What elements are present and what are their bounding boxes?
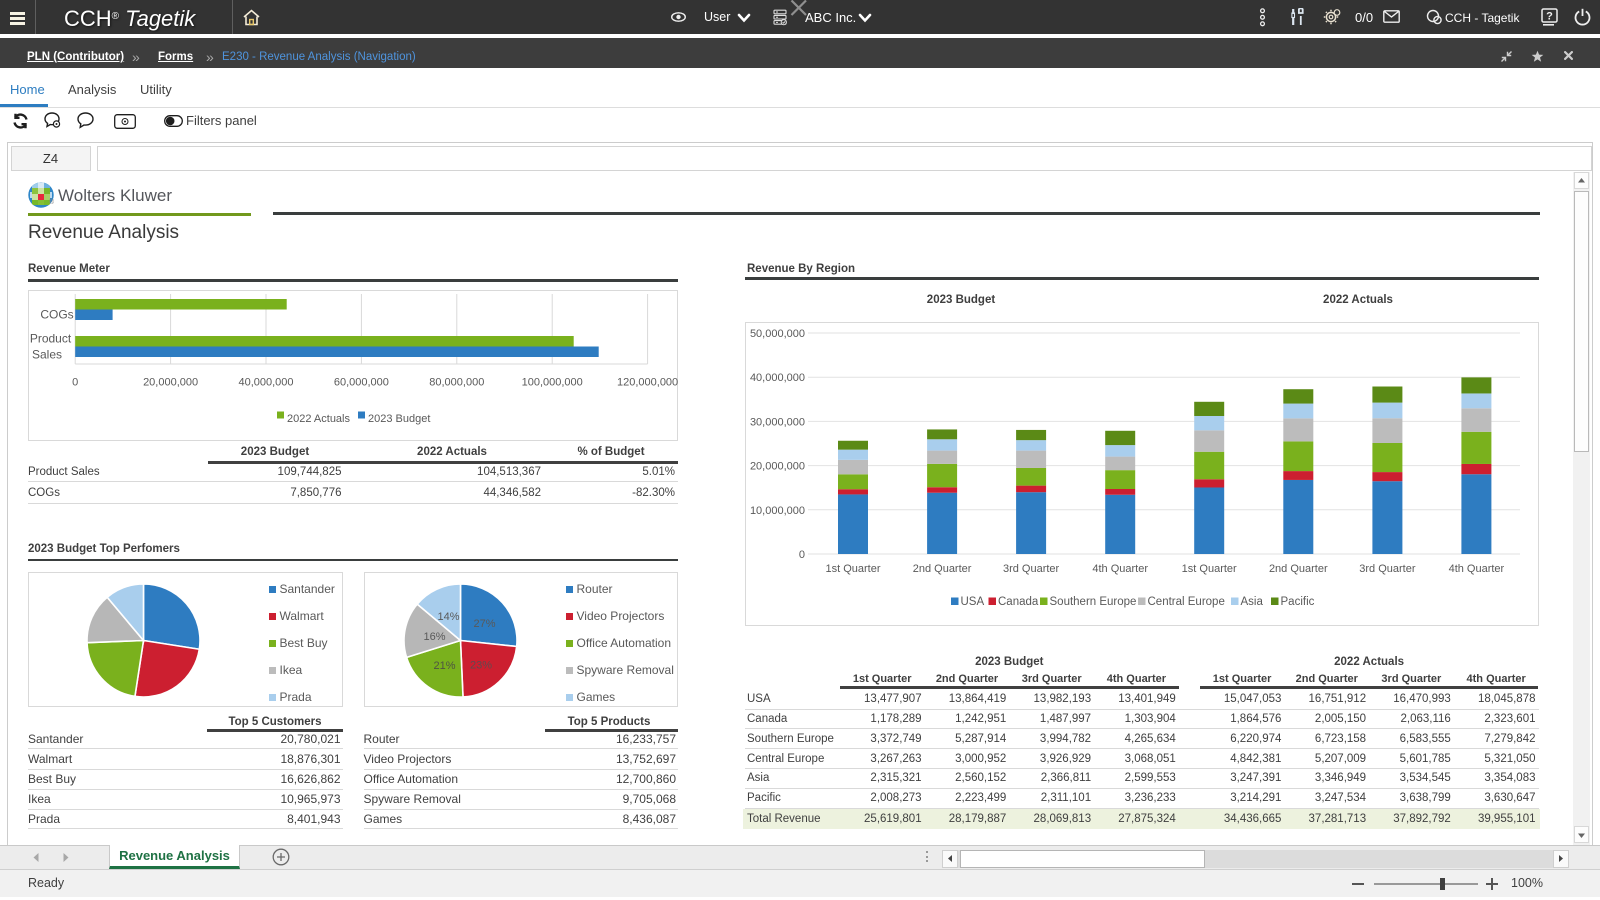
svg-text:2nd Quarter: 2nd Quarter <box>1269 563 1328 575</box>
svg-text:4th Quarter: 4th Quarter <box>1092 563 1148 575</box>
svg-text:20,000,000: 20,000,000 <box>750 461 805 473</box>
svg-text:Canada: Canada <box>998 596 1039 608</box>
svg-text:20,000,000: 20,000,000 <box>143 377 198 389</box>
svg-text:16%: 16% <box>423 631 445 643</box>
svg-text:100,000,000: 100,000,000 <box>522 377 583 389</box>
svg-text:23%: 23% <box>470 660 492 672</box>
svg-text:30,000,000: 30,000,000 <box>750 416 805 428</box>
svg-text:?: ? <box>1546 11 1553 23</box>
svg-text:Asia: Asia <box>1241 596 1264 608</box>
svg-text:0: 0 <box>72 377 78 389</box>
svg-text:14%: 14% <box>437 611 459 623</box>
svg-text:120,000,000: 120,000,000 <box>617 377 678 389</box>
svg-text:3rd Quarter: 3rd Quarter <box>1003 563 1060 575</box>
svg-text:21%: 21% <box>433 660 455 672</box>
svg-text:2022 Actuals: 2022 Actuals <box>287 413 350 425</box>
svg-text:40,000,000: 40,000,000 <box>238 377 293 389</box>
svg-text:Pacific: Pacific <box>1281 596 1315 608</box>
svg-text:4th Quarter: 4th Quarter <box>1449 563 1505 575</box>
svg-text:40,000,000: 40,000,000 <box>750 372 805 384</box>
svg-text:Southern Europe: Southern Europe <box>1050 596 1137 608</box>
svg-text:80,000,000: 80,000,000 <box>429 377 484 389</box>
svg-text:Product: Product <box>30 332 72 346</box>
svg-text:COGs: COGs <box>40 308 73 322</box>
svg-text:27%: 27% <box>473 618 495 630</box>
svg-text:Central Europe: Central Europe <box>1148 596 1225 608</box>
svg-text:2023 Budget: 2023 Budget <box>368 413 430 425</box>
svg-text:50,000,000: 50,000,000 <box>750 328 805 340</box>
svg-text:1st Quarter: 1st Quarter <box>1182 563 1237 575</box>
svg-text:60,000,000: 60,000,000 <box>334 377 389 389</box>
svg-text:0: 0 <box>799 549 805 561</box>
svg-text:USA: USA <box>961 596 985 608</box>
svg-text:10,000,000: 10,000,000 <box>750 505 805 517</box>
svg-text:3rd Quarter: 3rd Quarter <box>1359 563 1416 575</box>
svg-text:1st Quarter: 1st Quarter <box>825 563 880 575</box>
svg-text:2nd Quarter: 2nd Quarter <box>913 563 972 575</box>
svg-text:Sales: Sales <box>32 348 62 362</box>
